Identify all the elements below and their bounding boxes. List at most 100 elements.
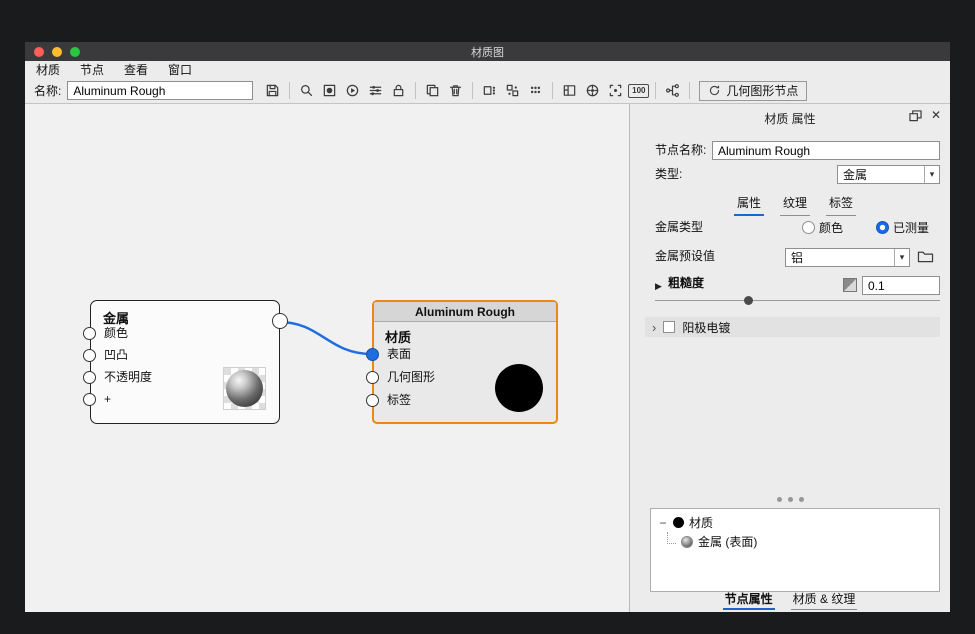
roughness-slider-handle[interactable] <box>744 296 753 305</box>
auto-layout-icon[interactable] <box>558 80 581 101</box>
geometry-node-button[interactable]: 几何图形节点 <box>699 81 807 101</box>
metal-node-title: 金属 <box>91 301 279 327</box>
toolbar-separator <box>472 82 473 99</box>
material-label-port[interactable] <box>366 394 379 407</box>
detach-panel-icon[interactable] <box>908 110 922 122</box>
material-root-node[interactable]: Aluminum Rough 材质 表面 几何图形 标签 <box>372 300 558 424</box>
type-dropdown[interactable]: 金属 ▾ <box>837 165 940 184</box>
show-node-dots-icon[interactable] <box>524 80 547 101</box>
node-name-input[interactable] <box>712 141 940 160</box>
chevron-down-icon: ▾ <box>894 249 909 266</box>
metal-add-port[interactable] <box>83 393 96 406</box>
tree-collapse-icon[interactable]: − <box>658 516 668 530</box>
material-name-input[interactable] <box>67 81 253 100</box>
metal-preset-label: 金属预设值 <box>655 247 715 266</box>
close-window-button[interactable] <box>34 47 44 57</box>
material-graph-window: 材质图 材质 节点 查看 窗口 名称: <box>25 42 950 612</box>
fit-view-icon[interactable] <box>604 80 627 101</box>
delete-icon[interactable] <box>444 80 467 101</box>
tree-connector <box>667 532 676 544</box>
menu-node[interactable]: 节点 <box>80 61 104 78</box>
material-preview-sphere <box>495 364 543 412</box>
lock-icon[interactable] <box>387 80 410 101</box>
toolbar-separator <box>689 82 690 99</box>
metal-preset-value: 铝 <box>786 249 894 266</box>
panel-splitter-handle[interactable] <box>630 497 950 502</box>
filter-sliders-icon[interactable] <box>364 80 387 101</box>
metal-bump-port[interactable] <box>83 349 96 362</box>
aperture-icon[interactable] <box>581 80 604 101</box>
roughness-slider-track[interactable] <box>655 300 940 301</box>
roughness-expander-icon[interactable]: ▶ <box>655 280 662 292</box>
material-node-header: Aluminum Rough <box>374 302 556 322</box>
node-tree-icon[interactable] <box>661 80 684 101</box>
anodized-checkbox[interactable] <box>663 321 675 333</box>
folder-icon[interactable] <box>917 249 934 267</box>
node-graph-canvas[interactable]: 金属 颜色 凹凸 不透明度 + Aluminum Rough 材质 表面 几何图… <box>25 104 630 612</box>
chevron-down-icon: ▾ <box>924 166 939 183</box>
radio-measured-label[interactable]: 已测量 <box>893 221 929 235</box>
splitter-dot <box>799 497 804 502</box>
tab-node-properties[interactable]: 节点属性 <box>723 592 775 610</box>
material-tree: − 材质 金属 (表面) <box>650 508 940 592</box>
material-geometry-port[interactable] <box>366 371 379 384</box>
search-icon[interactable] <box>295 80 318 101</box>
splitter-dot <box>777 497 782 502</box>
radio-measured[interactable] <box>876 221 889 234</box>
type-label: 类型: <box>655 165 682 184</box>
menu-material[interactable]: 材质 <box>36 61 60 78</box>
geometry-node-button-label: 几何图形节点 <box>726 82 798 99</box>
toolbar-separator <box>289 82 290 99</box>
material-label-port-label: 标签 <box>387 394 411 407</box>
metal-preset-dropdown[interactable]: 铝 ▾ <box>785 248 910 267</box>
roughness-label: 粗糙度 <box>668 274 704 293</box>
menu-window[interactable]: 窗口 <box>168 61 192 78</box>
toolbar-separator <box>655 82 656 99</box>
show-node-grid-icon[interactable] <box>501 80 524 101</box>
roughness-value-input[interactable] <box>862 276 940 295</box>
metal-node[interactable]: 金属 颜色 凹凸 不透明度 + <box>90 300 280 424</box>
texture-slot-icon[interactable] <box>843 278 857 292</box>
toolbar-separator <box>552 82 553 99</box>
material-node-title: 材质 <box>374 322 556 346</box>
property-tabs: 属性 纹理 标签 <box>734 196 856 216</box>
toolbar-separator <box>415 82 416 99</box>
save-icon[interactable] <box>261 80 284 101</box>
metal-opacity-port-label: 不透明度 <box>104 371 152 384</box>
radio-color[interactable] <box>802 221 815 234</box>
material-preview-icon[interactable] <box>318 80 341 101</box>
metal-color-port[interactable] <box>83 327 96 340</box>
tab-material-textures[interactable]: 材质 & 纹理 <box>791 592 858 610</box>
close-panel-icon[interactable]: ✕ <box>931 108 941 122</box>
tab-properties[interactable]: 属性 <box>734 196 764 216</box>
tree-root-label: 材质 <box>689 514 713 531</box>
metal-add-port-label: + <box>104 393 111 406</box>
metal-color-port-label: 颜色 <box>104 327 128 340</box>
play-preview-icon[interactable] <box>341 80 364 101</box>
material-sphere-icon <box>673 517 684 528</box>
material-surface-port[interactable] <box>366 348 379 361</box>
zoom-100-icon[interactable]: 100 <box>627 80 650 101</box>
anodized-section[interactable]: › 阳极电镀 <box>645 317 940 337</box>
tree-row-metal-surface[interactable]: 金属 (表面) <box>651 532 939 551</box>
tab-labels[interactable]: 标签 <box>826 196 856 216</box>
zoom-window-button[interactable] <box>70 47 80 57</box>
show-node-thumbnails-icon[interactable] <box>478 80 501 101</box>
metal-node-preview <box>223 367 266 410</box>
tab-textures[interactable]: 纹理 <box>780 196 810 216</box>
metal-output-port[interactable] <box>272 313 288 329</box>
metal-opacity-port[interactable] <box>83 371 96 384</box>
toolbar: 名称: <box>25 78 950 104</box>
metal-bump-port-label: 凹凸 <box>104 349 128 362</box>
radio-color-label[interactable]: 颜色 <box>819 221 843 235</box>
metal-preview-sphere <box>226 370 263 407</box>
panel-title: 材质 属性 <box>630 110 950 127</box>
material-surface-port-label: 表面 <box>387 348 411 361</box>
type-dropdown-value: 金属 <box>838 166 924 183</box>
tree-row-material[interactable]: − 材质 <box>651 513 939 532</box>
material-geometry-port-label: 几何图形 <box>387 371 435 384</box>
minimize-window-button[interactable] <box>52 47 62 57</box>
tree-child-label: 金属 (表面) <box>698 533 757 550</box>
menu-view[interactable]: 查看 <box>124 61 148 78</box>
copy-icon[interactable] <box>421 80 444 101</box>
